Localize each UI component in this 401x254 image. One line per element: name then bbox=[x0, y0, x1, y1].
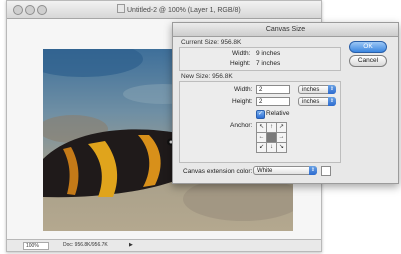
width-unit-value: inches bbox=[302, 87, 320, 93]
minimize-window-button[interactable] bbox=[25, 5, 35, 15]
document-size-info: Doc: 956.8K/956.7K bbox=[63, 242, 108, 248]
new-width-label: Width: bbox=[234, 86, 253, 93]
new-width-input[interactable]: 2 bbox=[256, 85, 290, 94]
height-unit-select[interactable]: inches ⇕ bbox=[298, 97, 336, 106]
select-arrows-icon: ⇕ bbox=[309, 166, 317, 175]
current-size-group: Width: 9 inches Height: 7 inches bbox=[179, 47, 341, 71]
anchor-top-left-arrow-icon[interactable]: ↖ bbox=[257, 123, 266, 132]
anchor-bottom-arrow-icon[interactable]: ↓ bbox=[267, 143, 276, 152]
cancel-button[interactable]: Cancel bbox=[349, 55, 387, 67]
extension-color-select[interactable]: White ⇕ bbox=[253, 166, 317, 175]
extension-color-label: Canvas extension color: bbox=[183, 168, 253, 175]
anchor-left-arrow-icon[interactable]: ← bbox=[257, 133, 266, 142]
extension-color-swatch[interactable] bbox=[321, 166, 331, 176]
height-unit-value: inches bbox=[302, 99, 320, 105]
status-menu-arrow-icon[interactable]: ▶ bbox=[129, 242, 133, 248]
extension-color-value: White bbox=[257, 168, 273, 174]
relative-label: Relative bbox=[266, 110, 290, 117]
select-arrows-icon: ⇕ bbox=[328, 97, 336, 106]
anchor-center-cell[interactable] bbox=[267, 133, 276, 142]
canvas-size-dialog: Canvas Size Current Size: 956.8K Width: … bbox=[172, 22, 399, 184]
new-size-group: Width: 2 inches ⇕ Height: 2 inches ⇕ ✓ R… bbox=[179, 81, 341, 163]
document-titlebar: Untitled-2 @ 100% (Layer 1, RGB/8) bbox=[7, 1, 321, 19]
current-width-value: 9 inches bbox=[256, 50, 281, 57]
document-icon bbox=[117, 4, 125, 13]
document-statusbar: 100% Doc: 956.8K/956.7K ▶ bbox=[7, 239, 321, 251]
dialog-title: Canvas Size bbox=[173, 23, 398, 37]
anchor-top-right-arrow-icon[interactable]: ↗ bbox=[277, 123, 286, 132]
anchor-grid[interactable]: ↖ ↑ ↗ ← → ↙ ↓ ↘ bbox=[256, 122, 287, 153]
new-height-input[interactable]: 2 bbox=[256, 97, 290, 106]
zoom-window-button[interactable] bbox=[37, 5, 47, 15]
current-height-value: 7 inches bbox=[256, 60, 281, 67]
anchor-label: Anchor: bbox=[230, 122, 253, 129]
new-height-label: Height: bbox=[232, 98, 253, 105]
anchor-bottom-left-arrow-icon[interactable]: ↙ bbox=[257, 143, 266, 152]
new-size-label: New Size: 956.8K bbox=[181, 73, 233, 80]
zoom-level-field[interactable]: 100% bbox=[23, 242, 49, 250]
current-height-label: Height: bbox=[230, 60, 251, 67]
anchor-right-arrow-icon[interactable]: → bbox=[277, 133, 286, 142]
width-unit-select[interactable]: inches ⇕ bbox=[298, 85, 336, 94]
anchor-bottom-right-arrow-icon[interactable]: ↘ bbox=[277, 143, 286, 152]
current-width-label: Width: bbox=[232, 50, 251, 57]
current-size-label: Current Size: 956.8K bbox=[181, 39, 242, 46]
select-arrows-icon: ⇕ bbox=[328, 85, 336, 94]
relative-checkbox[interactable]: ✓ bbox=[256, 110, 265, 119]
document-title: Untitled-2 @ 100% (Layer 1, RGB/8) bbox=[117, 4, 241, 14]
close-window-button[interactable] bbox=[13, 5, 23, 15]
anchor-top-arrow-icon[interactable]: ↑ bbox=[267, 123, 276, 132]
document-title-text: Untitled-2 @ 100% (Layer 1, RGB/8) bbox=[127, 7, 241, 14]
ok-button[interactable]: OK bbox=[349, 41, 387, 53]
